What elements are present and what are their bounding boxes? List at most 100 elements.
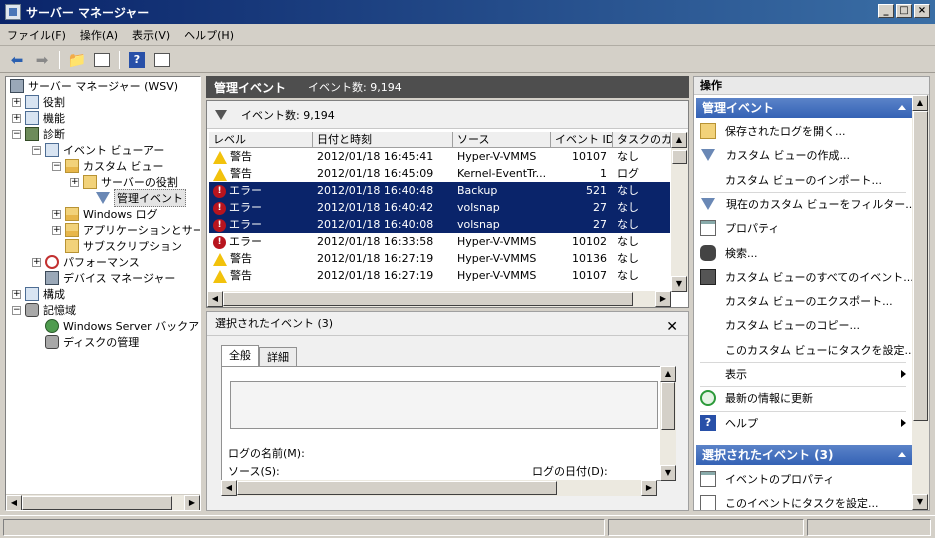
column-header-level[interactable]: レベル <box>209 132 313 148</box>
tree-node-windows-server-backup[interactable]: Windows Server バックアップ <box>32 318 200 334</box>
event-list-horizontal-scrollbar[interactable]: ◀ ▶ <box>207 291 671 307</box>
event-list-vertical-scrollbar[interactable]: ▲ ▼ <box>671 132 688 292</box>
action-item[interactable]: 保存されたログを開く... <box>696 120 912 142</box>
action-item[interactable]: カスタム ビューのインポート... <box>696 169 912 191</box>
tree-node-root[interactable]: サーバー マネージャー (WSV) <box>10 78 178 94</box>
scroll-up-button[interactable]: ▲ <box>660 366 676 382</box>
scroll-thumb[interactable] <box>237 481 557 495</box>
action-item[interactable]: 検索... <box>696 242 912 264</box>
action-item[interactable]: カスタム ビューのコピー... <box>696 314 912 336</box>
close-button[interactable]: × <box>914 4 930 18</box>
tree-node-performance[interactable]: + パフォーマンス <box>32 254 140 270</box>
expand-icon[interactable]: + <box>12 113 21 123</box>
action-item[interactable]: 最新の情報に更新 <box>696 387 912 409</box>
scroll-down-button[interactable]: ▼ <box>912 494 928 510</box>
close-icon[interactable]: ✕ <box>666 315 678 339</box>
menu-help[interactable]: ヘルプ(H) <box>177 27 241 43</box>
collapse-icon[interactable] <box>898 452 906 457</box>
expand-icon[interactable]: + <box>52 225 61 235</box>
scroll-thumb[interactable] <box>672 150 687 164</box>
scroll-left-button[interactable]: ◀ <box>221 480 237 496</box>
expand-icon[interactable]: + <box>12 97 21 107</box>
tree-node-features[interactable]: + 機能 <box>12 110 65 126</box>
scroll-thumb[interactable] <box>913 111 928 421</box>
table-row[interactable]: ! エラー 2012/01/18 16:40:42 volsnap 27 なし <box>209 199 670 216</box>
tree-node-event-viewer[interactable]: − イベント ビューアー <box>32 142 164 158</box>
action-item[interactable]: イベントのプロパティ <box>696 468 912 490</box>
expand-icon[interactable]: + <box>32 257 41 267</box>
action-item[interactable]: 表示 <box>696 363 912 385</box>
detail-horizontal-scrollbar[interactable]: ◀ ▶ <box>221 480 657 496</box>
scroll-left-button[interactable]: ◀ <box>207 291 223 307</box>
table-row[interactable]: ! エラー 2012/01/18 16:40:48 Backup 521 なし <box>209 182 670 199</box>
action-item[interactable]: プロパティ <box>696 217 912 239</box>
collapse-icon[interactable]: − <box>12 129 21 139</box>
scroll-thumb[interactable] <box>661 382 675 430</box>
action-item[interactable]: ? ヘルプ <box>696 412 912 434</box>
expand-icon[interactable]: + <box>52 209 61 219</box>
column-header-event-id[interactable]: イベント ID <box>551 132 613 148</box>
expand-icon[interactable]: + <box>70 177 79 187</box>
table-row[interactable]: 警告 2012/01/18 16:27:19 Hyper-V-VMMS 10136 なし <box>209 250 670 267</box>
column-header-datetime[interactable]: 日付と時刻 <box>313 132 453 148</box>
scroll-right-button[interactable]: ▶ <box>655 291 671 307</box>
tree-node-custom-views[interactable]: − カスタム ビュー <box>52 158 164 174</box>
tree-node-server-roles[interactable]: + サーバーの役割 <box>70 174 178 190</box>
scroll-right-button[interactable]: ▶ <box>184 495 200 510</box>
detail-vertical-scrollbar[interactable]: ▲ ▼ <box>660 366 676 481</box>
collapse-icon[interactable]: − <box>52 161 61 171</box>
tab-details[interactable]: 詳細 <box>259 347 297 367</box>
tree-node-roles[interactable]: + 役割 <box>12 94 65 110</box>
menu-view[interactable]: 表示(V) <box>125 27 177 43</box>
scroll-down-button[interactable]: ▼ <box>671 276 687 292</box>
tree-node-windows-logs[interactable]: + Windows ログ <box>52 206 158 222</box>
tree-node-disk-management[interactable]: ディスクの管理 <box>32 334 139 350</box>
table-row[interactable]: ! エラー 2012/01/18 16:33:58 Hyper-V-VMMS 10102… <box>209 233 670 250</box>
up-one-level-button[interactable]: 📁 <box>66 49 88 71</box>
help-button[interactable]: ? <box>126 49 148 71</box>
scroll-right-button[interactable]: ▶ <box>641 480 657 496</box>
tree-node-device-manager[interactable]: デバイス マネージャー <box>32 270 175 286</box>
actions-vertical-scrollbar[interactable]: ▲ ▼ <box>912 95 929 510</box>
tree-node-diagnostics[interactable]: − 診断 <box>12 126 65 142</box>
minimize-button[interactable]: _ <box>878 4 894 18</box>
table-row[interactable]: ! エラー 2012/01/18 16:40:08 volsnap 27 なし <box>209 216 670 233</box>
action-item[interactable]: このカスタム ビューにタスクを設定... <box>696 339 915 361</box>
tree-horizontal-scrollbar[interactable]: ◀ ▶ <box>6 494 200 510</box>
table-row[interactable]: 警告 2012/01/18 16:45:41 Hyper-V-VMMS 10107 なし <box>209 148 670 165</box>
scroll-thumb[interactable] <box>22 496 172 510</box>
show-hide-tree-button[interactable] <box>91 49 113 71</box>
tree-node-configuration[interactable]: + 構成 <box>12 286 65 302</box>
menu-action[interactable]: 操作(A) <box>73 27 125 43</box>
scroll-down-button[interactable]: ▼ <box>660 465 676 481</box>
scroll-left-button[interactable]: ◀ <box>6 495 22 510</box>
action-item[interactable]: カスタム ビューの作成... <box>696 144 912 166</box>
column-header-source[interactable]: ソース <box>453 132 551 148</box>
scroll-up-button[interactable]: ▲ <box>912 95 928 111</box>
scroll-up-button[interactable]: ▲ <box>671 132 687 148</box>
action-item[interactable]: 現在のカスタム ビューをフィルター... <box>696 193 916 215</box>
collapse-icon[interactable]: − <box>12 305 21 315</box>
actions-section-administrative-events[interactable]: 管理イベント <box>696 98 912 118</box>
back-button[interactable]: ⬅ <box>6 49 28 71</box>
collapse-icon[interactable] <box>898 105 906 110</box>
forward-button[interactable]: ➡ <box>31 49 53 71</box>
tab-general[interactable]: 全般 <box>221 345 259 367</box>
column-header-task-category[interactable]: タスクのカテゴリ <box>613 132 671 148</box>
action-item[interactable]: このイベントにタスクを設定... <box>696 492 912 510</box>
tree-node-storage[interactable]: − 記憶域 <box>12 302 76 318</box>
tree-node-subscriptions[interactable]: サブスクリプション <box>52 238 182 254</box>
action-item[interactable]: カスタム ビューのエクスポート... <box>696 290 912 312</box>
scroll-thumb[interactable] <box>223 292 633 306</box>
show-hide-action-pane-button[interactable] <box>151 49 173 71</box>
menu-file[interactable]: ファイル(F) <box>0 27 73 43</box>
maximize-button[interactable]: □ <box>896 4 912 18</box>
event-description-box[interactable] <box>230 381 658 429</box>
tree-node-administrative-events[interactable]: 管理イベント <box>83 189 186 207</box>
table-row[interactable]: 警告 2012/01/18 16:27:19 Hyper-V-VMMS 10107 なし <box>209 267 670 284</box>
table-row[interactable]: 警告 2012/01/18 16:45:09 Kernel-EventTr... 1 ロ… <box>209 165 670 182</box>
tree-node-apps-services[interactable]: + アプリケーションとサービス <box>52 222 200 238</box>
collapse-icon[interactable]: − <box>32 145 41 155</box>
actions-section-selected-events[interactable]: 選択されたイベント (3) <box>696 445 912 465</box>
expand-icon[interactable]: + <box>12 289 21 299</box>
